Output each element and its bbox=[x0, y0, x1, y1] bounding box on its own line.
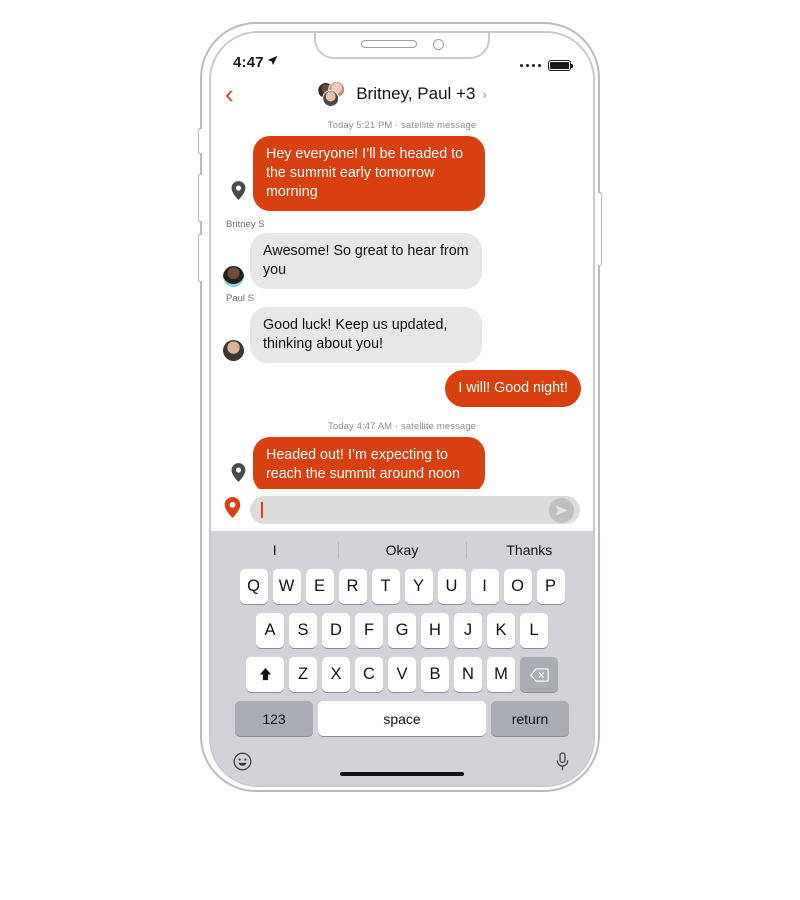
keyboard-row-1: Q W E R T Y U I O P bbox=[211, 569, 593, 604]
backspace-icon[interactable] bbox=[520, 657, 558, 692]
chevron-right-icon: › bbox=[482, 86, 487, 102]
avatar bbox=[223, 340, 244, 361]
message-sender-name: Paul S bbox=[226, 293, 254, 304]
key-e[interactable]: E bbox=[305, 569, 334, 604]
conversation-title-group[interactable]: Britney, Paul +3 › bbox=[317, 81, 487, 107]
emoji-smiley-icon[interactable] bbox=[233, 752, 252, 776]
numeric-keyboard-button[interactable]: 123 bbox=[235, 701, 313, 736]
back-button[interactable]: ‹ bbox=[225, 81, 251, 107]
key-v[interactable]: V bbox=[388, 657, 416, 692]
keyboard-row-3: Z X C V B N M bbox=[211, 657, 593, 692]
send-button[interactable] bbox=[549, 497, 574, 523]
conversation-nav-bar: ‹ Britney, Paul +3 › bbox=[211, 73, 593, 115]
key-g[interactable]: G bbox=[388, 613, 416, 648]
typing-suggestion-bar: I Okay Thanks bbox=[211, 531, 593, 569]
key-j[interactable]: J bbox=[454, 613, 482, 648]
key-d[interactable]: D bbox=[322, 613, 350, 648]
key-k[interactable]: K bbox=[487, 613, 515, 648]
message-bubble: Good luck! Keep us updated, thinking abo… bbox=[250, 307, 482, 363]
message-row-incoming: Good luck! Keep us updated, thinking abo… bbox=[223, 307, 581, 363]
key-b[interactable]: B bbox=[421, 657, 449, 692]
suggestion-2[interactable]: Okay bbox=[338, 542, 465, 558]
device-notch bbox=[314, 33, 490, 59]
group-avatars-icon bbox=[317, 81, 349, 107]
message-bubble: Hey everyone! I’ll be headed to the summ… bbox=[253, 136, 485, 211]
location-pin-icon bbox=[223, 463, 253, 489]
on-screen-keyboard: I Okay Thanks Q W E R T Y U I O P A S D … bbox=[211, 531, 593, 785]
phone-screen-bezel: 4:47 ‹ Britney, Paul +3 › Today 5:21 PM … bbox=[209, 31, 595, 787]
battery-full-icon bbox=[548, 60, 573, 71]
signal-strength-icon bbox=[519, 63, 541, 68]
key-o[interactable]: O bbox=[503, 569, 532, 604]
status-indicators bbox=[519, 60, 573, 71]
key-q[interactable]: Q bbox=[239, 569, 268, 604]
message-list[interactable]: Today 5:21 PM · satellite message Hey ev… bbox=[211, 115, 593, 489]
keyboard-bottom-bar bbox=[211, 745, 593, 783]
conversation-title: Britney, Paul +3 bbox=[356, 84, 476, 103]
volume-up-button[interactable] bbox=[198, 174, 202, 222]
message-row-outgoing: I will! Good night! bbox=[223, 370, 581, 407]
key-h[interactable]: H bbox=[421, 613, 449, 648]
suggestion-1[interactable]: I bbox=[211, 542, 338, 558]
key-m[interactable]: M bbox=[487, 657, 515, 692]
mute-switch-button[interactable] bbox=[198, 128, 202, 154]
microphone-icon[interactable] bbox=[554, 752, 571, 776]
key-y[interactable]: Y bbox=[404, 569, 433, 604]
key-s[interactable]: S bbox=[289, 613, 317, 648]
message-input-bar bbox=[211, 489, 593, 531]
location-arrow-icon bbox=[267, 53, 278, 71]
suggestion-3[interactable]: Thanks bbox=[466, 542, 593, 558]
text-cursor bbox=[261, 502, 263, 518]
message-bubble: Awesome! So great to hear from you bbox=[250, 233, 482, 289]
message-timestamp: Today 5:21 PM · satellite message bbox=[327, 120, 477, 131]
location-pin-icon bbox=[223, 181, 253, 211]
key-w[interactable]: W bbox=[272, 569, 301, 604]
message-group-incoming: Britney S Awesome! So great to hear from… bbox=[223, 215, 581, 289]
message-input-field[interactable] bbox=[250, 496, 580, 524]
key-c[interactable]: C bbox=[355, 657, 383, 692]
key-l[interactable]: L bbox=[520, 613, 548, 648]
key-r[interactable]: R bbox=[338, 569, 367, 604]
message-row-outgoing: Hey everyone! I’ll be headed to the summ… bbox=[223, 136, 581, 211]
front-camera-icon bbox=[432, 38, 444, 50]
key-n[interactable]: N bbox=[454, 657, 482, 692]
message-bubble: I will! Good night! bbox=[445, 370, 581, 407]
message-row-outgoing: Headed out! I’m expecting to reach the s… bbox=[223, 437, 581, 489]
phone-device-frame: 4:47 ‹ Britney, Paul +3 › Today 5:21 PM … bbox=[198, 22, 602, 792]
key-x[interactable]: X bbox=[322, 657, 350, 692]
key-t[interactable]: T bbox=[371, 569, 400, 604]
shift-arrow-icon[interactable] bbox=[246, 657, 284, 692]
power-button[interactable] bbox=[598, 192, 602, 266]
home-indicator[interactable] bbox=[340, 772, 464, 776]
key-a[interactable]: A bbox=[256, 613, 284, 648]
return-key[interactable]: return bbox=[491, 701, 569, 736]
key-p[interactable]: P bbox=[536, 569, 565, 604]
app-screen: 4:47 ‹ Britney, Paul +3 › Today 5:21 PM … bbox=[211, 33, 593, 785]
space-key[interactable]: space bbox=[318, 701, 486, 736]
key-i[interactable]: I bbox=[470, 569, 499, 604]
keyboard-row-4: 123 space return bbox=[211, 701, 593, 736]
keyboard-row-2: A S D F G H J K L bbox=[211, 613, 593, 648]
key-z[interactable]: Z bbox=[289, 657, 317, 692]
location-pin-icon[interactable] bbox=[224, 497, 241, 523]
message-group-incoming: Paul S Good luck! Keep us updated, think… bbox=[223, 289, 581, 363]
message-bubble: Headed out! I’m expecting to reach the s… bbox=[253, 437, 485, 489]
avatar bbox=[223, 266, 244, 287]
key-f[interactable]: F bbox=[355, 613, 383, 648]
volume-down-button[interactable] bbox=[198, 234, 202, 282]
earpiece-speaker-icon bbox=[360, 40, 417, 48]
message-row-incoming: Awesome! So great to hear from you bbox=[223, 233, 581, 289]
message-sender-name: Britney S bbox=[226, 219, 265, 230]
message-timestamp: Today 4:47 AM · satellite message bbox=[328, 421, 476, 432]
status-time: 4:47 bbox=[233, 54, 264, 71]
screenshot-canvas: 4:47 ‹ Britney, Paul +3 › Today 5:21 PM … bbox=[0, 0, 800, 900]
key-u[interactable]: U bbox=[437, 569, 466, 604]
